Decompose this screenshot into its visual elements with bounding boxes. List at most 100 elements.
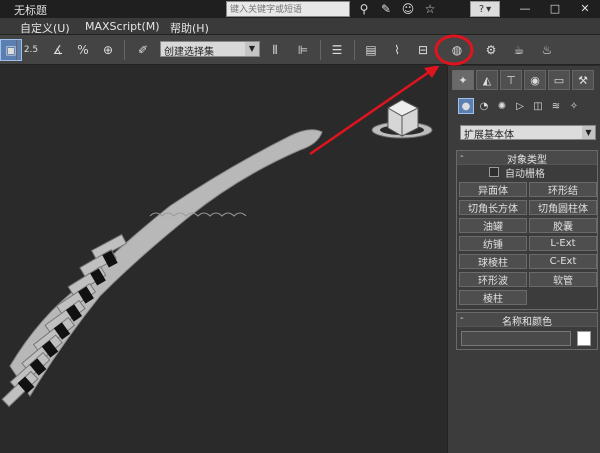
hose-button[interactable]: 软管 (529, 272, 597, 287)
shapes-icon[interactable]: ◔ (476, 98, 492, 114)
autogrid-checkbox[interactable] (489, 167, 499, 177)
chamfer-cylinder-button[interactable]: 切角圆柱体 (529, 200, 597, 215)
prism-button[interactable]: 棱柱 (459, 290, 527, 305)
search-box[interactable] (226, 1, 350, 17)
angle-snap-button[interactable]: ∡ (47, 39, 69, 61)
tab-modify[interactable]: ◭ (476, 70, 498, 90)
ringwave-button[interactable]: 环形波 (459, 272, 527, 287)
oiltank-button[interactable]: 油罐 (459, 218, 527, 233)
schematic-icon: ⊟ (417, 43, 429, 57)
l-ext-button[interactable]: L-Ext (529, 236, 597, 251)
hedra-button[interactable]: 异面体 (459, 182, 527, 197)
toolbar-separator (320, 40, 321, 60)
object-type-rollout: - 对象类型 自动栅格 异面体 环形结 切角长方体 切角圆柱体 油罐 胶囊 纺锤… (456, 150, 598, 310)
main-toolbar: ▣ 2.5 ∡ % ⊕ ✐ ⫴ ⊫ ☰ ▤ ⌇ ⊟ ◍ ⚙ ☕ ♨ (0, 35, 600, 65)
tab-motion[interactable]: ◉ (524, 70, 546, 90)
toolbar-separator (16, 40, 17, 60)
hierarchy-icon: ⊤ (506, 73, 516, 87)
modify-icon: ◭ (482, 73, 492, 87)
named-selection-set-dropdown[interactable]: 创建选择集 ▼ (160, 41, 260, 58)
select-icon: ▣ (5, 43, 17, 57)
spinner-snap-button[interactable]: ⊕ (97, 39, 119, 61)
chevron-down-icon[interactable]: ▼ (582, 126, 595, 139)
maximize-button[interactable]: □ (540, 0, 570, 18)
snap-toggle-button[interactable]: 2.5 (20, 39, 42, 61)
teapot-frame-icon: ☕ (513, 43, 525, 57)
name-color-rollout: - 名称和颜色 (456, 312, 598, 350)
menu-customize[interactable]: 自定义(U) (20, 20, 70, 36)
object-color-swatch[interactable] (577, 331, 591, 346)
cameras-icon[interactable]: ▷ (512, 98, 528, 114)
name-color-title: 名称和颜色 (502, 317, 552, 328)
systems-icon[interactable]: ✧ (566, 98, 582, 114)
minimize-button[interactable]: — (510, 0, 540, 18)
helpers-icon[interactable]: ◫ (530, 98, 546, 114)
percent-snap-button[interactable]: % (72, 39, 94, 61)
align-button[interactable]: ⊫ (292, 39, 314, 61)
rendered-frame-window-button[interactable]: ☕ (508, 39, 530, 61)
lights-icon[interactable]: ✺ (494, 98, 510, 114)
percent-snap-icon: % (77, 43, 89, 57)
render-production-button[interactable]: ♨ (536, 39, 558, 61)
title-icons: ⚲ ✎ ☺ ☆ (356, 1, 438, 17)
primitive-category-dropdown[interactable]: 扩展基本体 ▼ (460, 125, 596, 141)
snap-2-5-icon: 2.5 (23, 45, 39, 55)
tab-display[interactable]: ▭ (548, 70, 570, 90)
object-name-input[interactable] (461, 331, 571, 346)
viewport-canvas (1, 66, 440, 408)
wrench-icon[interactable]: ✎ (378, 1, 394, 17)
chevron-down-icon: ▾ (486, 3, 492, 15)
mirror-button[interactable]: ⫴ (264, 39, 286, 61)
binoculars-icon[interactable]: ⚲ (356, 1, 372, 17)
menu-maxscript[interactable]: MAXScript(M) (85, 20, 160, 33)
ribbon-object (9, 129, 323, 397)
spindle-button[interactable]: 纺锤 (459, 236, 527, 251)
spacewarps-icon[interactable]: ≋ (548, 98, 564, 114)
ribbon-icon: ▤ (365, 43, 377, 57)
create-icon: ✦ (458, 73, 468, 87)
angle-snap-icon: ∡ (52, 43, 64, 57)
select-mode-button[interactable]: ▣ (0, 39, 22, 61)
command-panel-tabs: ✦ ◭ ⊤ ◉ ▭ ⚒ (448, 70, 600, 92)
create-subcategories: ● ◔ ✺ ▷ ◫ ≋ ✧ (448, 98, 600, 118)
tab-create[interactable]: ✦ (452, 70, 474, 90)
menu-help[interactable]: 帮助(H) (170, 20, 209, 36)
star-icon[interactable]: ☆ (422, 1, 438, 17)
c-ext-button[interactable]: C-Ext (529, 254, 597, 269)
help-icon: ? (478, 3, 485, 15)
align-icon: ⊫ (297, 43, 309, 57)
layer-manager-button[interactable]: ☰ (326, 39, 348, 61)
user-icon[interactable]: ☺ (400, 1, 416, 17)
chevron-down-icon[interactable]: ▼ (245, 42, 259, 56)
graphite-ribbon-button[interactable]: ▤ (360, 39, 382, 61)
perspective-viewport[interactable] (0, 66, 446, 453)
capsule-button[interactable]: 胶囊 (529, 218, 597, 233)
name-color-rollout-header[interactable]: - 名称和颜色 (457, 313, 597, 328)
curve-editor-button[interactable]: ⌇ (386, 39, 408, 61)
hammer-icon: ⚒ (578, 73, 588, 87)
render-setup-icon: ⚙ (485, 43, 497, 57)
search-input[interactable] (227, 3, 349, 17)
gengon-button[interactable]: 球棱柱 (459, 254, 527, 269)
render-setup-button[interactable]: ⚙ (480, 39, 502, 61)
object-type-title: 对象类型 (507, 155, 547, 166)
name-row (457, 327, 597, 349)
named-selection-set-value: 创建选择集 (164, 47, 214, 58)
motion-icon: ◉ (530, 73, 540, 87)
tab-utilities[interactable]: ⚒ (572, 70, 594, 90)
toolbar-separator (354, 40, 355, 60)
display-icon: ▭ (553, 73, 565, 87)
close-button[interactable]: ✕ (570, 0, 600, 18)
chamfer-box-button[interactable]: 切角长方体 (459, 200, 527, 215)
geometry-icon[interactable]: ● (458, 98, 474, 114)
torus-knot-button[interactable]: 环形结 (529, 182, 597, 197)
object-type-rollout-header[interactable]: - 对象类型 (457, 151, 597, 166)
mirror-icon: ⫴ (272, 42, 278, 57)
tab-hierarchy[interactable]: ⊤ (500, 70, 522, 90)
autogrid-label: 自动栅格 (505, 169, 545, 180)
primitive-category-value: 扩展基本体 (464, 130, 514, 141)
toolbar-separator (124, 40, 125, 60)
object-type-buttons: 异面体 环形结 切角长方体 切角圆柱体 油罐 胶囊 纺锤 L-Ext 球棱柱 C… (457, 179, 597, 309)
edit-named-selection-button[interactable]: ✐ (132, 39, 154, 61)
help-button[interactable]: ? ▾ (470, 1, 500, 17)
